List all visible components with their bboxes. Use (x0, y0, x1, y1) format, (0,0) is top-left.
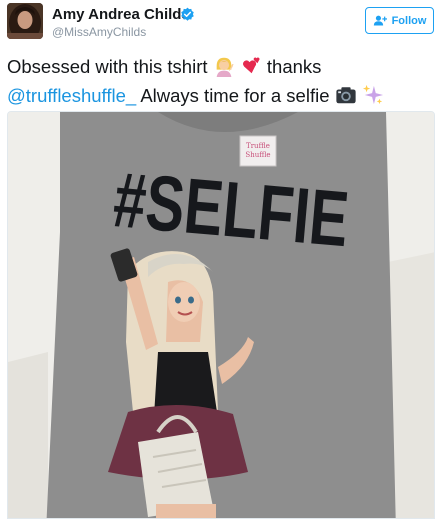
tweet-text-part1: Obsessed with this tshirt (7, 56, 208, 77)
camera-emoji-icon (336, 87, 356, 104)
user-handle[interactable]: @MissAmyChilds (52, 25, 146, 39)
shirt-label-line2: Shuffle (245, 151, 270, 159)
display-name[interactable]: Amy Andrea Childs (52, 6, 190, 23)
tweet-text: Obsessed with this tshirt thanks @truffl… (7, 52, 435, 110)
tweet-photo[interactable]: Truffle Shuffle #SELFIE (7, 111, 435, 519)
follow-button-label: Follow (391, 14, 427, 27)
mention-link[interactable]: @truffleshuffle_ (7, 85, 136, 106)
tweet-header: Amy Andrea Childs @MissAmyChilds Follow (0, 0, 437, 44)
verified-badge-icon (181, 7, 194, 21)
tweet-text-part2: thanks (266, 56, 322, 77)
add-user-icon (373, 15, 387, 26)
avatar[interactable] (7, 3, 43, 39)
shirt-label-line1: Truffle (246, 142, 270, 150)
follow-button[interactable]: Follow (365, 7, 434, 34)
tweet-text-part3: Always time for a selfie (140, 85, 330, 106)
two-hearts-emoji-icon (242, 57, 260, 74)
avatar-image (7, 3, 43, 39)
sparkles-emoji-icon (362, 84, 383, 105)
tshirt-photo: Truffle Shuffle #SELFIE (8, 112, 434, 518)
woman-tipping-hand-emoji-icon (216, 57, 234, 77)
